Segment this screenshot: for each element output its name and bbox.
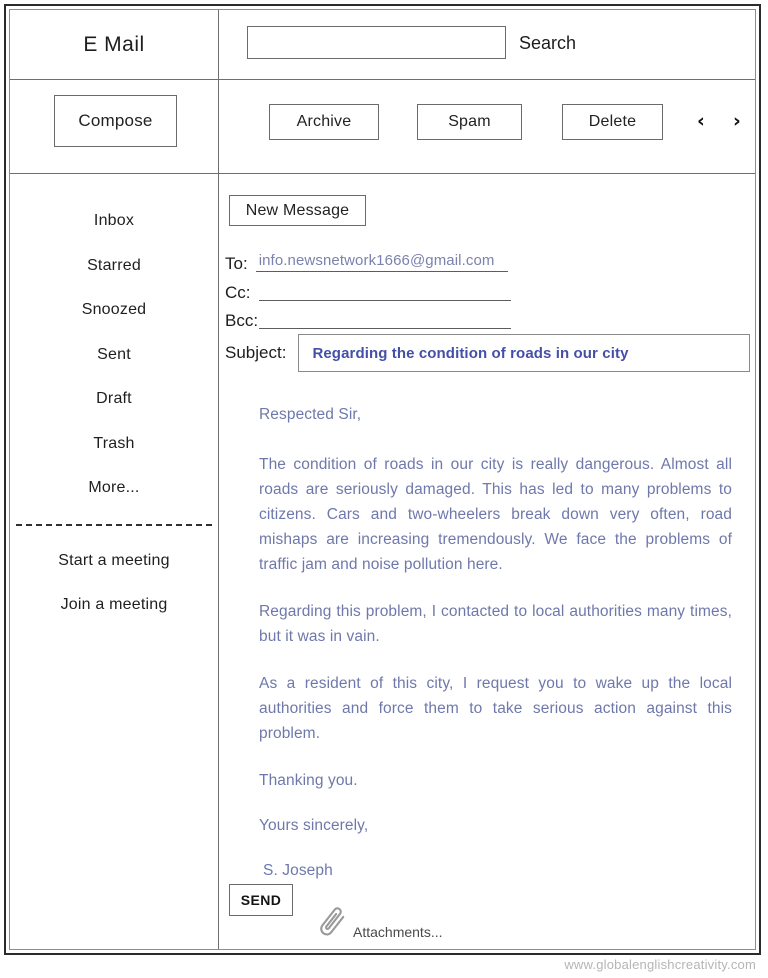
sidebar-meeting-list: Start a meeting Join a meeting bbox=[10, 526, 218, 614]
message-body[interactable]: Respected Sir, The condition of roads in… bbox=[259, 402, 732, 901]
sidebar: Inbox Starred Snoozed Sent Draft Trash M… bbox=[10, 174, 218, 949]
sidebar-item-inbox[interactable]: Inbox bbox=[10, 212, 218, 230]
watermark: www.globalenglishcreativity.com bbox=[564, 957, 756, 972]
spam-button[interactable]: Spam bbox=[417, 104, 522, 140]
body-greeting: Respected Sir, bbox=[259, 406, 362, 423]
sidebar-folder-list: Inbox Starred Snoozed Sent Draft Trash M… bbox=[10, 174, 218, 497]
inner-frame: E Mail Search Compose Archive Spam Delet… bbox=[9, 9, 756, 950]
send-button[interactable]: SEND bbox=[229, 884, 293, 916]
search-label: Search bbox=[519, 33, 577, 53]
sidebar-item-trash[interactable]: Trash bbox=[10, 435, 218, 453]
sidebar-item-sent[interactable]: Sent bbox=[10, 346, 218, 364]
subject-label: Subject: bbox=[225, 343, 287, 362]
paperclip-icon bbox=[320, 907, 345, 936]
cc-label: Cc: bbox=[225, 283, 251, 302]
subject-input[interactable]: Regarding the condition of roads in our … bbox=[298, 334, 751, 372]
archive-button[interactable]: Archive bbox=[269, 104, 379, 140]
bcc-field-row: Bcc: bbox=[225, 307, 512, 330]
attachments-label: Attachments... bbox=[353, 924, 443, 940]
sidebar-item-starred[interactable]: Starred bbox=[10, 257, 218, 275]
compose-pane: New Message To: info.newsnetwork1666@gma… bbox=[219, 174, 755, 949]
new-message-tab[interactable]: New Message bbox=[229, 195, 366, 226]
body-paragraph-1: The condition of roads in our city is re… bbox=[259, 456, 732, 573]
to-label: To: bbox=[225, 254, 248, 273]
cc-input[interactable] bbox=[258, 279, 511, 301]
bcc-input[interactable] bbox=[259, 307, 512, 329]
email-mockup-page: E Mail Search Compose Archive Spam Delet… bbox=[0, 0, 768, 978]
subject-value: Regarding the condition of roads in our … bbox=[312, 344, 629, 362]
body-signature: S. Joseph bbox=[263, 862, 333, 879]
cc-field-row: Cc: bbox=[225, 279, 511, 301]
sidebar-item-join-meeting[interactable]: Join a meeting bbox=[10, 596, 218, 614]
outer-frame: E Mail Search Compose Archive Spam Delet… bbox=[4, 4, 761, 955]
sidebar-item-more[interactable]: More... bbox=[10, 479, 218, 497]
previous-page-icon[interactable]: ‹ bbox=[697, 110, 705, 132]
body-paragraph-3: As a resident of this city, I request yo… bbox=[259, 675, 732, 742]
search-input[interactable] bbox=[247, 26, 506, 59]
sidebar-item-start-meeting[interactable]: Start a meeting bbox=[10, 552, 218, 570]
next-page-icon[interactable]: › bbox=[733, 110, 741, 132]
header-divider bbox=[10, 79, 755, 80]
to-value: info.newsnetwork1666@gmail.com bbox=[258, 252, 495, 269]
body-closing-thanks: Thanking you. bbox=[259, 772, 358, 789]
attachments-group[interactable]: Attachments... bbox=[315, 904, 442, 944]
sidebar-item-draft[interactable]: Draft bbox=[10, 390, 218, 408]
app-title: E Mail bbox=[83, 32, 145, 56]
subject-field-row: Subject: Regarding the condition of road… bbox=[225, 334, 751, 372]
sidebar-item-snoozed[interactable]: Snoozed bbox=[10, 301, 218, 319]
to-field-row: To: info.newsnetwork1666@gmail.com bbox=[225, 250, 508, 272]
compose-button[interactable]: Compose bbox=[54, 95, 177, 147]
body-paragraph-2: Regarding this problem, I contacted to l… bbox=[259, 603, 732, 645]
body-closing-regards: Yours sincerely, bbox=[259, 817, 369, 834]
delete-button[interactable]: Delete bbox=[562, 104, 663, 140]
bcc-label: Bcc: bbox=[225, 311, 259, 330]
to-input[interactable]: info.newsnetwork1666@gmail.com bbox=[255, 250, 508, 272]
